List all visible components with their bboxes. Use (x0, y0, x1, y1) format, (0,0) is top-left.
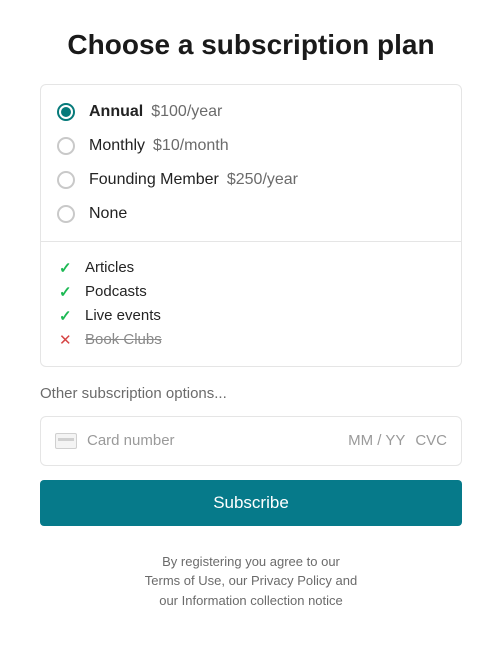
check-icon: ✓ (59, 283, 77, 301)
card-number-placeholder: Card number (87, 432, 348, 449)
feature-item: ✕ Book Clubs (59, 328, 443, 352)
feature-list: ✓ Articles ✓ Podcasts ✓ Live events ✕ Bo… (41, 241, 461, 366)
feature-item: ✓ Podcasts (59, 280, 443, 304)
feature-label: Live events (85, 307, 161, 324)
plan-price: $10/month (153, 137, 229, 155)
plan-price: $100/year (151, 103, 222, 121)
cross-icon: ✕ (59, 331, 77, 349)
plan-option-annual[interactable]: Annual $100/year (41, 95, 461, 129)
radio-icon (57, 171, 75, 189)
feature-item: ✓ Articles (59, 256, 443, 280)
plan-option-monthly[interactable]: Monthly $10/month (41, 129, 461, 163)
other-options-link[interactable]: Other subscription options... (40, 385, 462, 402)
credit-card-icon (55, 433, 77, 449)
radio-icon (57, 205, 75, 223)
feature-label: Book Clubs (85, 331, 162, 348)
radio-icon (57, 103, 75, 121)
subscribe-button[interactable]: Subscribe (40, 480, 462, 526)
check-icon: ✓ (59, 307, 77, 325)
page-title: Choose a subscription plan (40, 28, 462, 62)
check-icon: ✓ (59, 259, 77, 277)
plan-option-none[interactable]: None (41, 197, 461, 231)
feature-item: ✓ Live events (59, 304, 443, 328)
feature-label: Podcasts (85, 283, 147, 300)
feature-label: Articles (85, 259, 134, 276)
plan-name: None (89, 205, 127, 223)
plan-name: Monthly (89, 137, 145, 155)
plan-option-founding-member[interactable]: Founding Member $250/year (41, 163, 461, 197)
legal-text: By registering you agree to our Terms of… (40, 552, 462, 611)
card-cvc-placeholder: CVC (415, 432, 447, 449)
card-expiry-placeholder: MM / YY (348, 432, 405, 449)
radio-icon (57, 137, 75, 155)
plan-list: Annual $100/year Monthly $10/month Found… (41, 85, 461, 241)
subscription-card: Annual $100/year Monthly $10/month Found… (40, 84, 462, 367)
plan-name: Founding Member (89, 171, 219, 189)
legal-line: Terms of Use, our Privacy Policy and (40, 571, 462, 591)
legal-line: our Information collection notice (40, 591, 462, 611)
legal-line: By registering you agree to our (40, 552, 462, 572)
plan-price: $250/year (227, 171, 298, 189)
card-number-input[interactable]: Card number MM / YY CVC (40, 416, 462, 466)
plan-name: Annual (89, 103, 143, 121)
